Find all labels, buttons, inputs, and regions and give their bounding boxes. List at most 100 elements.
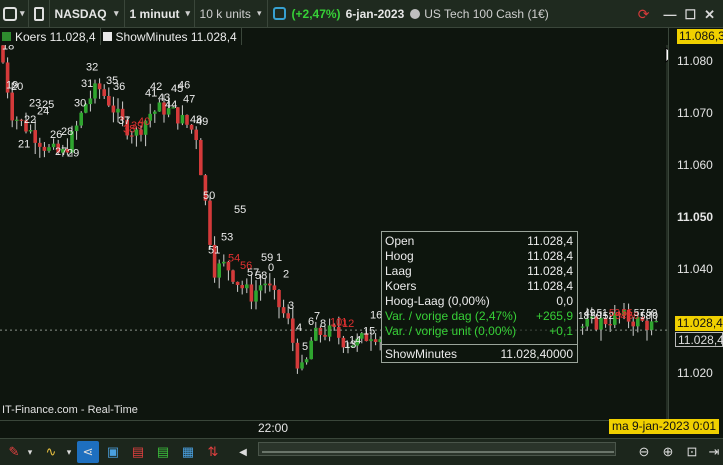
crosshair-price-label: 11.086,3 (677, 29, 723, 44)
restore-icon[interactable]: ☐ (684, 7, 696, 23)
candle-body (116, 108, 120, 113)
minute-label: 15 (363, 325, 375, 337)
candle-body (263, 283, 267, 286)
minute-label-red: 12 (342, 318, 354, 330)
minute-label: 58 (255, 270, 267, 282)
legend-item-koers[interactable]: Koers 11.028,4 (0, 28, 101, 45)
timeframe-label: 1 minuut (129, 6, 180, 21)
chart-menu-button[interactable]: ▾ (0, 0, 29, 27)
settings-icon[interactable] (272, 7, 286, 20)
minute-label: 53 (221, 231, 233, 243)
zoom-in-button[interactable]: ⊕ (657, 441, 679, 463)
end-icon: ⇥ (708, 444, 720, 459)
symbol-selector[interactable]: NASDAQ ▾ (50, 0, 125, 27)
tooltip-value: 0,0 (556, 294, 573, 308)
share-icon: ⋖ (82, 444, 94, 459)
tooltip-label: Laag (385, 264, 412, 278)
candle-body (337, 326, 341, 338)
candle-body (111, 105, 116, 113)
candle-body (649, 321, 654, 331)
timeframe-selector[interactable]: 1 minuut ▾ (125, 0, 195, 27)
time-axis[interactable]: 22:00 (0, 420, 668, 438)
close-icon[interactable]: ✕ (704, 7, 715, 23)
scroll-right-end-button[interactable]: ⇥ (703, 441, 723, 463)
data-source-label: IT-Finance.com - Real-Time (2, 404, 138, 416)
minute-label: 21 (18, 139, 30, 151)
zoom-out-button[interactable]: ⊖ (633, 441, 655, 463)
tooltip-label: ShowMinutes (385, 347, 458, 361)
tooltip-label: Var. / vorige dag (2,47%) (385, 309, 517, 323)
candle-body (304, 359, 309, 363)
minute-label: 50 (203, 190, 215, 202)
price-tick: 11.060 (677, 158, 713, 172)
candle-body (107, 95, 111, 106)
candle-body (369, 339, 373, 342)
tooltip-row-open: Open 11.028,4 (385, 234, 573, 249)
price-tick: 11.020 (677, 366, 713, 380)
tooltip-row-var-day: Var. / vorige dag (2,47%) +265,9 (385, 309, 573, 324)
candle-body (217, 263, 221, 278)
list-button[interactable]: ▤ (152, 441, 174, 463)
tooltip-label: Koers (385, 279, 417, 293)
scrollbar-thumb[interactable] (262, 445, 614, 453)
candle-body (249, 284, 254, 302)
candle-body (373, 339, 378, 343)
draw-tool-button[interactable]: ✎ (3, 441, 25, 463)
chat-icon: ▣ (106, 444, 120, 459)
tooltip-value: +0,1 (549, 324, 573, 338)
pin-icon (33, 6, 44, 21)
window-controls: ⟳ — ☐ ✕ (638, 6, 719, 23)
candle-body (199, 139, 203, 176)
chevron-left-icon: ◀ (239, 446, 247, 458)
share-button[interactable]: ⋖ (77, 441, 99, 463)
fit-chart-button[interactable]: ⊡ (681, 441, 703, 463)
signal-button[interactable]: ⇅ (202, 441, 224, 463)
minute-label: 5 (302, 341, 308, 353)
minute-label: 44 (165, 99, 177, 111)
legend-item-showminutes[interactable]: ShowMinutes 11.028,4 (101, 28, 242, 45)
candle-body (631, 321, 635, 327)
minute-label: 49 (196, 116, 208, 128)
chart-scrollbar[interactable] (258, 442, 616, 456)
candle-body (10, 92, 14, 121)
candle-body (208, 200, 212, 245)
candle-body (130, 135, 134, 137)
instrument-info: (+2,47%) 6-jan-2023 US Tech 100 Cash (1€… (268, 0, 554, 27)
candle-body (580, 326, 585, 328)
candle-body (180, 114, 185, 124)
candle-body (272, 285, 277, 291)
series-color-swatch (2, 32, 11, 41)
calculator-icon: ▦ (181, 444, 195, 459)
refresh-icon[interactable]: ⟳ (638, 6, 650, 23)
symbol-label: NASDAQ (54, 6, 107, 21)
chat-button[interactable]: ▣ (102, 441, 124, 463)
zoom-in-icon: ⊕ (662, 444, 674, 459)
scroll-left-button[interactable]: ◀ (232, 441, 254, 463)
indicator-menu-button[interactable]: ▾ (64, 441, 74, 463)
units-selector[interactable]: 10 k units ▾ (195, 0, 268, 27)
list-icon: ▤ (156, 444, 170, 459)
candle-body (254, 290, 258, 302)
date-label: 6-jan-2023 (345, 6, 405, 21)
draw-menu-button[interactable]: ▾ (25, 441, 35, 463)
minute-label: 4 (296, 322, 302, 334)
price-axis[interactable]: 11.086,3 11.080 11.070 11.060 11.050 11.… (668, 28, 723, 420)
pin-button[interactable] (29, 0, 50, 27)
order-button[interactable]: ▤ (127, 441, 149, 463)
minute-label-red: 40 (138, 116, 150, 128)
minute-label: 36 (113, 81, 125, 93)
candle-body (309, 340, 313, 360)
minute-label: 51 (208, 244, 220, 256)
calculator-button[interactable]: ▦ (177, 441, 199, 463)
tooltip-label: Hoog (385, 249, 414, 263)
signal-icon: ⇅ (207, 444, 219, 459)
top-toolbar: ▾ NASDAQ ▾ 1 minuut ▾ 10 k units ▾ (+2,4… (0, 0, 723, 28)
candle-body (281, 307, 286, 314)
candle-body (102, 89, 106, 96)
candle-body (15, 119, 19, 121)
indicator-button[interactable]: ∿ (38, 441, 64, 463)
tooltip-value: 11.028,4 (527, 249, 573, 263)
tooltip-value: 11.028,4 (527, 279, 573, 293)
minimize-icon[interactable]: — (663, 7, 676, 22)
order-icon: ▤ (131, 444, 145, 459)
